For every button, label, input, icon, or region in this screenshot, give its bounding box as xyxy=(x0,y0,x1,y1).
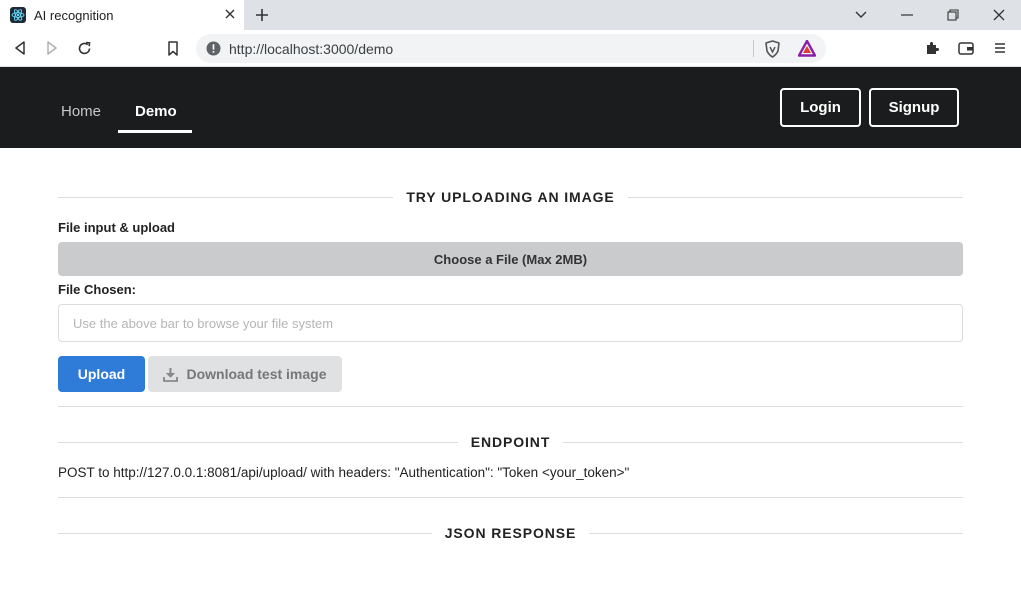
upload-button[interactable]: Upload xyxy=(58,356,145,392)
endpoint-section-title: ENDPOINT xyxy=(470,434,551,450)
section-divider xyxy=(58,406,963,407)
browser-tabstrip: AI recognition xyxy=(0,0,1021,30)
browser-toolbar: http://localhost:3000/demo xyxy=(0,30,1021,67)
restore-icon[interactable] xyxy=(941,4,965,26)
login-button[interactable]: Login xyxy=(780,88,861,127)
endpoint-description: POST to http://127.0.0.1:8081/api/upload… xyxy=(58,465,630,480)
react-logo-icon xyxy=(10,7,26,23)
section-divider xyxy=(58,497,963,498)
download-test-image-label: Download test image xyxy=(186,366,327,382)
divider-line xyxy=(58,196,394,198)
nav-active-indicator xyxy=(118,130,192,133)
address-bar[interactable]: http://localhost:3000/demo xyxy=(196,34,826,63)
brave-rewards-icon[interactable] xyxy=(797,39,817,57)
new-tab-icon[interactable] xyxy=(252,5,272,25)
browser-tab[interactable]: AI recognition xyxy=(0,0,244,30)
site-info-icon[interactable] xyxy=(206,41,221,56)
back-icon[interactable] xyxy=(10,38,30,58)
address-url: http://localhost:3000/demo xyxy=(229,41,394,57)
minimize-icon[interactable] xyxy=(895,4,919,26)
brave-shield-icon[interactable] xyxy=(764,40,781,58)
divider-line xyxy=(563,441,964,443)
file-chosen-label: File Chosen: xyxy=(58,282,137,297)
file-chosen-field[interactable] xyxy=(58,304,963,342)
tab-title: AI recognition xyxy=(34,8,114,23)
divider-line xyxy=(627,196,964,198)
tab-search-chevron-icon[interactable] xyxy=(849,4,873,26)
wallet-icon[interactable] xyxy=(956,38,976,58)
app-navbar: Home Demo Login Signup xyxy=(0,67,1021,148)
forward-icon[interactable] xyxy=(42,38,62,58)
address-separator xyxy=(753,40,754,57)
signup-button[interactable]: Signup xyxy=(869,88,959,127)
nav-demo-link[interactable]: Demo xyxy=(135,103,177,120)
json-response-section-header: JSON RESPONSE xyxy=(58,524,964,542)
menu-icon[interactable] xyxy=(990,38,1010,58)
divider-line xyxy=(58,532,432,534)
upload-section-title: TRY UPLOADING AN IMAGE xyxy=(406,189,615,205)
divider-line xyxy=(58,441,458,443)
upload-section-header: TRY UPLOADING AN IMAGE xyxy=(58,188,964,206)
nav-home-link[interactable]: Home xyxy=(61,103,101,120)
file-input-label: File input & upload xyxy=(58,220,175,235)
endpoint-section-header: ENDPOINT xyxy=(58,433,964,451)
extensions-icon[interactable] xyxy=(922,38,942,58)
divider-line xyxy=(589,532,964,534)
close-tab-icon[interactable] xyxy=(222,6,238,22)
json-response-section-title: JSON RESPONSE xyxy=(444,525,577,541)
reload-icon[interactable] xyxy=(74,38,94,58)
download-test-image-button[interactable]: Download test image xyxy=(148,356,342,392)
close-window-icon[interactable] xyxy=(987,4,1011,26)
download-icon xyxy=(163,367,179,382)
choose-file-button[interactable]: Choose a File (Max 2MB) xyxy=(58,242,963,276)
bookmark-icon[interactable] xyxy=(163,38,183,58)
